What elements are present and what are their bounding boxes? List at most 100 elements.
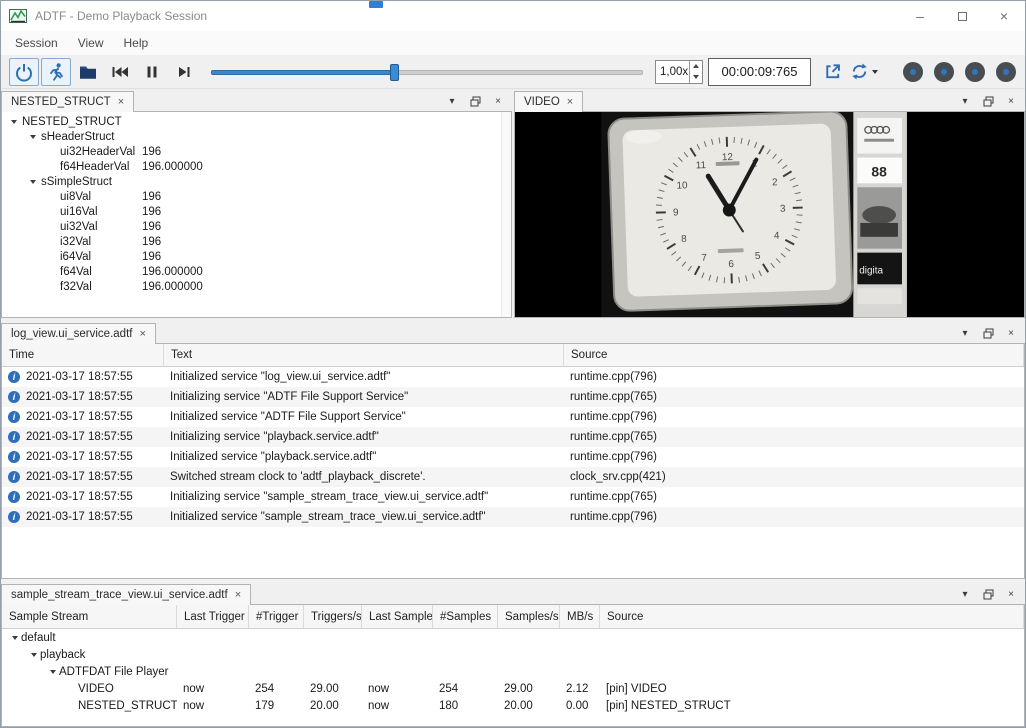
power-button[interactable]: [9, 58, 39, 86]
close-icon: ×: [1008, 96, 1014, 107]
run-button[interactable]: [41, 58, 71, 86]
loop-dropdown-icon[interactable]: [872, 70, 878, 74]
scrollbar-track[interactable]: [501, 112, 511, 317]
column-header-triggers-per-s[interactable]: Triggers/s: [304, 605, 362, 628]
tree-node-label: f32Val: [58, 281, 92, 293]
titlebar[interactable]: ADTF - Demo Playback Session – ×: [1, 1, 1025, 31]
log-source: runtime.cpp(796): [564, 371, 1024, 383]
tab-close-icon[interactable]: ×: [567, 97, 573, 108]
tab-nested-struct[interactable]: NESTED_STRUCT ×: [1, 91, 134, 112]
log-time: 2021-03-17 18:57:55: [26, 491, 133, 503]
spin-up-button[interactable]: [690, 61, 702, 72]
column-header-time[interactable]: Time: [2, 344, 164, 366]
tab-trace-view[interactable]: sample_stream_trace_view.ui_service.adtf…: [1, 584, 251, 605]
speed-spinbox[interactable]: 1,00x: [655, 60, 703, 84]
log-row[interactable]: i 2021-03-17 18:57:55 Initializing servi…: [2, 427, 1024, 447]
tab-close-icon[interactable]: ×: [235, 590, 241, 601]
step-forward-button[interactable]: [169, 58, 199, 86]
expander-icon[interactable]: [7, 120, 20, 124]
column-header-num-trigger[interactable]: #Trigger: [249, 605, 304, 628]
stream-toggle-button-3[interactable]: [964, 61, 986, 83]
menu-help[interactable]: Help: [114, 32, 159, 54]
tree-row[interactable]: ui32Val 196: [2, 219, 511, 234]
panel-menu-button[interactable]: ▾: [958, 326, 972, 340]
column-header-mb-per-s[interactable]: MB/s: [560, 605, 600, 628]
expander-icon[interactable]: [27, 653, 40, 657]
spin-down-button[interactable]: [690, 72, 702, 83]
stream-toggle-button-4[interactable]: [995, 61, 1017, 83]
tab-close-icon[interactable]: ×: [118, 97, 124, 108]
column-header-sample-stream[interactable]: Sample Stream: [2, 605, 177, 628]
playback-slider-handle[interactable]: [390, 64, 399, 81]
open-folder-button[interactable]: [73, 58, 103, 86]
log-row[interactable]: i 2021-03-17 18:57:55 Initializing servi…: [2, 387, 1024, 407]
log-row[interactable]: i 2021-03-17 18:57:55 Initialized servic…: [2, 507, 1024, 527]
log-row[interactable]: i 2021-03-17 18:57:55 Initializing servi…: [2, 487, 1024, 507]
column-header-samples-per-s[interactable]: Samples/s: [498, 605, 560, 628]
tree-row[interactable]: ui8Val 196: [2, 189, 511, 204]
tree-row[interactable]: i32Val 196: [2, 234, 511, 249]
tab-video[interactable]: VIDEO ×: [514, 91, 583, 112]
expander-icon[interactable]: [26, 135, 39, 139]
tree-row[interactable]: f64Val 196.000000: [2, 264, 511, 279]
stream-toggle-button-1[interactable]: [902, 61, 924, 83]
skip-to-start-button[interactable]: [105, 58, 135, 86]
expander-icon[interactable]: [26, 180, 39, 184]
trace-row[interactable]: NESTED_STRUCT now 179 20.00 now 180 20.0…: [2, 697, 1024, 714]
column-header-source[interactable]: Source: [564, 344, 1024, 366]
panel-float-button[interactable]: [468, 94, 482, 108]
log-row[interactable]: i 2021-03-17 18:57:55 Initialized servic…: [2, 407, 1024, 427]
log-text: Initializing service "playback.service.a…: [164, 431, 564, 443]
pause-button[interactable]: [137, 58, 167, 86]
power-icon: [14, 62, 34, 82]
trace-row[interactable]: ADTFDAT File Player: [2, 663, 1024, 680]
panel-float-button[interactable]: [981, 326, 995, 340]
menu-view[interactable]: View: [68, 32, 114, 54]
log-row[interactable]: i 2021-03-17 18:57:55 Initialized servic…: [2, 367, 1024, 387]
panel-close-button[interactable]: ×: [1004, 94, 1018, 108]
column-header-num-samples[interactable]: #Samples: [433, 605, 498, 628]
tree-row[interactable]: f32Val 196.000000: [2, 279, 511, 294]
tree-row[interactable]: ui16Val 196: [2, 204, 511, 219]
panel-close-button[interactable]: ×: [491, 94, 505, 108]
trace-row[interactable]: VIDEO now 254 29.00 now 254 29.00 2.12 […: [2, 680, 1024, 697]
menu-session[interactable]: Session: [5, 32, 68, 54]
folder-icon: [78, 62, 98, 82]
adtf-app-icon: [9, 7, 27, 25]
close-window-button[interactable]: ×: [983, 1, 1025, 31]
panel-menu-button[interactable]: ▾: [958, 94, 972, 108]
panel-menu-button[interactable]: ▾: [958, 587, 972, 601]
column-header-last-trigger[interactable]: Last Trigger: [177, 605, 249, 628]
panel-close-button[interactable]: ×: [1004, 587, 1018, 601]
maximize-button[interactable]: [941, 1, 983, 31]
panel-float-button[interactable]: [981, 94, 995, 108]
stream-toggle-button-2[interactable]: [933, 61, 955, 83]
tree-row[interactable]: f64HeaderVal 196.000000: [2, 159, 511, 174]
tab-label: VIDEO: [524, 96, 560, 108]
minimize-button[interactable]: –: [899, 1, 941, 31]
tree-row[interactable]: i64Val 196: [2, 249, 511, 264]
detach-view-button[interactable]: [817, 58, 847, 86]
tree-row[interactable]: sHeaderStruct: [2, 129, 511, 144]
column-header-last-sample[interactable]: Last Sample: [362, 605, 433, 628]
log-row[interactable]: i 2021-03-17 18:57:55 Initialized servic…: [2, 447, 1024, 467]
playback-time-display[interactable]: 00:00:09:765: [708, 58, 811, 86]
log-row[interactable]: i 2021-03-17 18:57:55 Switched stream cl…: [2, 467, 1024, 487]
tree-row[interactable]: NESTED_STRUCT: [2, 114, 511, 129]
panel-menu-button[interactable]: ▾: [445, 94, 459, 108]
trace-row[interactable]: default: [2, 629, 1024, 646]
column-header-text[interactable]: Text: [164, 344, 564, 366]
tree-row[interactable]: ui32HeaderVal 196: [2, 144, 511, 159]
trace-row[interactable]: playback: [2, 646, 1024, 663]
expander-icon[interactable]: [8, 636, 21, 640]
panel-close-button[interactable]: ×: [1004, 326, 1018, 340]
loop-button[interactable]: [849, 58, 879, 86]
expander-icon[interactable]: [46, 670, 59, 674]
float-panel-icon: [983, 328, 994, 339]
panel-float-button[interactable]: [981, 587, 995, 601]
tab-close-icon[interactable]: ×: [139, 329, 145, 340]
tab-log-view[interactable]: log_view.ui_service.adtf ×: [1, 323, 156, 344]
tree-row[interactable]: sSimpleStruct: [2, 174, 511, 189]
playback-slider[interactable]: [211, 58, 643, 86]
column-header-source[interactable]: Source: [600, 605, 1024, 628]
